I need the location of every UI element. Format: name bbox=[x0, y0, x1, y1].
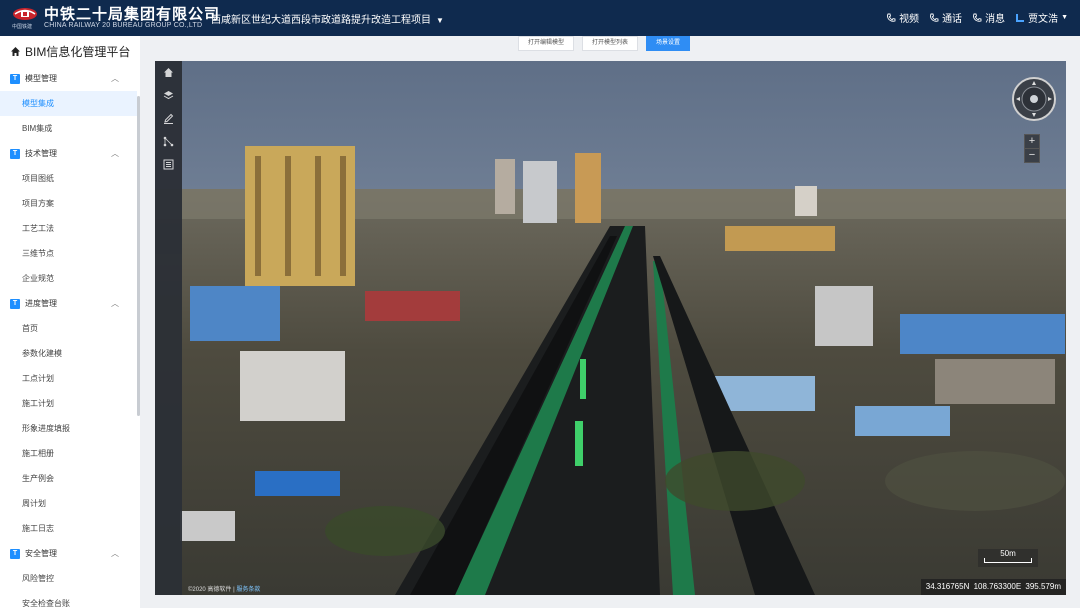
sidebar-item-standards[interactable]: 企业规范 bbox=[0, 266, 137, 291]
draw-button[interactable] bbox=[155, 107, 182, 130]
list-button[interactable] bbox=[155, 153, 182, 176]
top-actions: 视频 通话 消息 贾文浩 ▼ bbox=[886, 10, 1068, 25]
sidebar-item-daily-log[interactable]: 施工日志 bbox=[0, 516, 137, 541]
user-menu[interactable]: 贾文浩 ▼ bbox=[1015, 10, 1068, 25]
tab-open-model-list[interactable]: 打开模型列表 bbox=[582, 36, 639, 51]
user-icon bbox=[1016, 13, 1025, 22]
scale-bar: 50m bbox=[978, 549, 1038, 567]
copyright-text: ©2020 高德软件 bbox=[188, 587, 232, 593]
sidebar-menu: T 模型管理 ︿ 模型集成 BIM集成 T 技术管理 ︿ 项目图纸 项目方案 工… bbox=[0, 66, 137, 608]
sidebar-group-tech[interactable]: T 技术管理 ︿ bbox=[0, 141, 137, 166]
layers-button[interactable] bbox=[155, 84, 182, 107]
home-icon bbox=[164, 68, 173, 77]
zoom-in-button[interactable]: + bbox=[1024, 134, 1040, 149]
chevron-up-icon: ︿ bbox=[111, 549, 119, 558]
group-badge: T bbox=[10, 298, 20, 309]
city-scene bbox=[155, 61, 1066, 595]
sidebar-item-model-integration[interactable]: 模型集成 bbox=[0, 91, 137, 116]
home-icon bbox=[11, 47, 20, 56]
project-selector[interactable]: 西咸新区世纪大道西段市政道路提升改造工程项目 ▼ bbox=[211, 11, 444, 26]
sidebar: BIM信息化管理平台 T 模型管理 ︿ 模型集成 BIM集成 T 技术管理 ︿ … bbox=[0, 36, 140, 608]
call-button[interactable]: 通话 bbox=[929, 10, 962, 25]
platform-title-text: BIM信息化管理平台 bbox=[25, 45, 131, 59]
group-badge: T bbox=[10, 148, 20, 159]
pencil-icon bbox=[164, 113, 174, 124]
sidebar-group-progress[interactable]: T 进度管理 ︿ bbox=[0, 291, 137, 316]
company-name: 中铁二十局集团有限公司 bbox=[44, 6, 221, 23]
top-bar: 中国铁建 中铁二十局集团有限公司 CHINA RAILWAY 20 BUREAU… bbox=[0, 0, 1080, 36]
group-label: 模型管理 bbox=[25, 74, 57, 83]
message-label: 消息 bbox=[985, 14, 1006, 25]
3d-viewer[interactable]: + − 50m 34.316765N 108.763300E 395.579m … bbox=[155, 61, 1066, 595]
sidebar-item-drawings[interactable]: 项目图纸 bbox=[0, 166, 137, 191]
platform-title: BIM信息化管理平台 bbox=[10, 43, 130, 60]
sidebar-item-methods[interactable]: 工艺工法 bbox=[0, 216, 137, 241]
video-button[interactable]: 视频 bbox=[886, 10, 919, 25]
chevron-down-icon: ▼ bbox=[436, 16, 444, 25]
video-label: 视频 bbox=[899, 14, 920, 25]
user-name: 贾文浩 bbox=[1028, 14, 1059, 25]
sidebar-item-weekly-plan[interactable]: 周计划 bbox=[0, 491, 137, 516]
tab-scene-settings[interactable]: 场景设置 bbox=[646, 36, 691, 51]
message-button[interactable]: 消息 bbox=[972, 10, 1005, 25]
coordinates-readout: 34.316765N 108.763300E 395.579m bbox=[920, 579, 1066, 595]
scale-label: 50m bbox=[1000, 549, 1016, 558]
viewer-tabs: 打开编辑模型 打开模型列表 场景设置 bbox=[518, 36, 691, 51]
sidebar-item-home[interactable]: 首页 bbox=[0, 316, 137, 341]
sidebar-item-progress-report[interactable]: 形象进度填报 bbox=[0, 416, 137, 441]
logo-caption: 中国铁建 bbox=[12, 24, 33, 30]
chevron-up-icon: ︿ bbox=[111, 149, 119, 158]
measure-button[interactable] bbox=[155, 130, 182, 153]
sidebar-item-3d-nodes[interactable]: 三维节点 bbox=[0, 241, 137, 266]
sidebar-item-album[interactable]: 施工相册 bbox=[0, 441, 137, 466]
chevron-down-icon: ▼ bbox=[1061, 14, 1068, 21]
map-copyright: ©2020 高德软件 | 服务条款 bbox=[188, 584, 260, 593]
chevron-up-icon: ︿ bbox=[111, 299, 119, 308]
phone-icon bbox=[930, 13, 939, 22]
group-badge: T bbox=[10, 548, 20, 559]
group-badge: T bbox=[10, 73, 20, 84]
sidebar-item-site-plan[interactable]: 工点计划 bbox=[0, 366, 137, 391]
zoom-out-button[interactable]: − bbox=[1024, 148, 1040, 163]
terms-link[interactable]: 服务条款 bbox=[236, 587, 260, 593]
sidebar-item-parametric[interactable]: 参数化建模 bbox=[0, 341, 137, 366]
compass-icon[interactable] bbox=[1011, 76, 1057, 122]
sidebar-item-meeting[interactable]: 生产例会 bbox=[0, 466, 137, 491]
sidebar-group-safety[interactable]: T 安全管理 ︿ bbox=[0, 541, 137, 566]
group-label: 进度管理 bbox=[25, 299, 57, 308]
tab-open-edit-model[interactable]: 打开编辑模型 bbox=[518, 36, 575, 51]
phone-icon bbox=[887, 13, 896, 22]
chevron-up-icon: ︿ bbox=[111, 74, 119, 83]
project-name: 西咸新区世纪大道西段市政道路提升改造工程项目 bbox=[211, 15, 431, 26]
layers-icon bbox=[163, 91, 174, 100]
sidebar-item-risk[interactable]: 风险管控 bbox=[0, 566, 137, 591]
phone-icon bbox=[973, 13, 982, 22]
sidebar-item-bim-integration[interactable]: BIM集成 bbox=[0, 116, 137, 141]
measure-icon bbox=[163, 136, 174, 147]
home-view-button[interactable] bbox=[155, 61, 182, 84]
main-area: 打开编辑模型 打开模型列表 场景设置 + − 50m 34.316765N 10… bbox=[140, 36, 1080, 608]
list-icon bbox=[163, 159, 174, 170]
group-label: 技术管理 bbox=[25, 149, 57, 158]
group-label: 安全管理 bbox=[25, 549, 57, 558]
company-name-en: CHINA RAILWAY 20 BUREAU GROUP CO.,LTD bbox=[44, 22, 203, 29]
viewer-toolbar bbox=[155, 61, 182, 595]
call-label: 通话 bbox=[942, 14, 963, 25]
sidebar-group-model[interactable]: T 模型管理 ︿ bbox=[0, 66, 137, 91]
sidebar-item-plans[interactable]: 项目方案 bbox=[0, 191, 137, 216]
scale-line bbox=[984, 558, 1032, 563]
sidebar-item-safety-ledger[interactable]: 安全检查台账 bbox=[0, 591, 137, 608]
sidebar-item-construction-plan[interactable]: 施工计划 bbox=[0, 391, 137, 416]
